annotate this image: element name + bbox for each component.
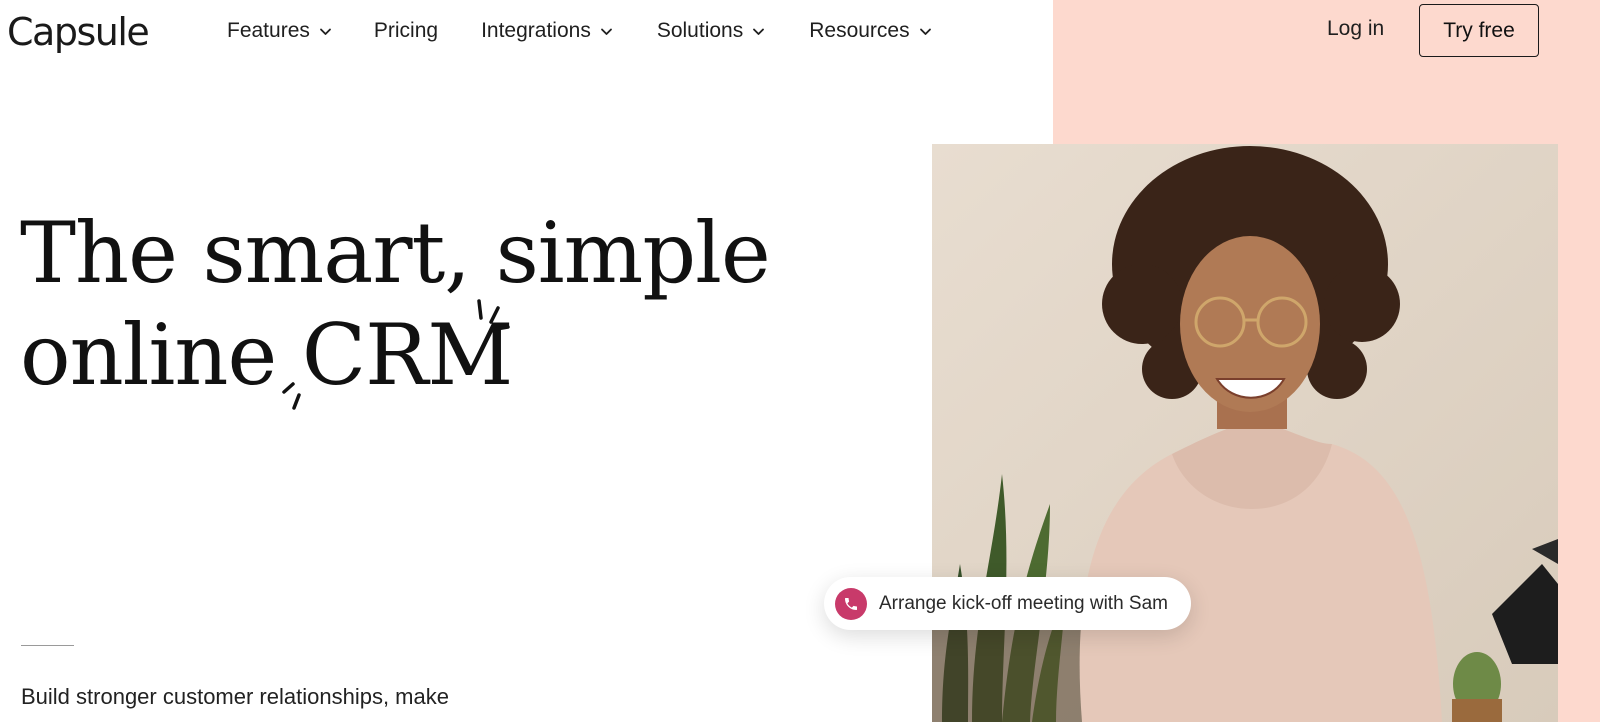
nav-item-label: Pricing <box>373 19 439 42</box>
notification-text: Arrange kick-off meeting with Sam <box>879 592 1168 614</box>
nav-item-label: Resources <box>809 19 910 42</box>
woman-smiling-image <box>932 144 1558 722</box>
capsule-logo[interactable]: Capsule <box>7 10 150 54</box>
site-header: Capsule Features Pricing Integrations So… <box>0 0 1600 62</box>
login-link[interactable]: Log in <box>1327 17 1384 41</box>
nav-item-integrations[interactable]: Integrations <box>481 17 613 45</box>
hero-title-line-1: The smart, simple <box>20 204 771 302</box>
hero-title: The smart, simple online CRM <box>20 202 771 406</box>
nav-item-label: Features <box>227 19 310 42</box>
nav-item-resources[interactable]: Resources <box>809 17 931 45</box>
chevron-down-icon <box>752 25 765 38</box>
nav-item-pricing[interactable]: Pricing <box>374 17 438 45</box>
task-notification[interactable]: Arrange kick-off meeting with Sam <box>824 577 1191 630</box>
try-free-button[interactable]: Try free <box>1419 4 1539 57</box>
chevron-down-icon <box>319 25 332 38</box>
nav-item-label: Solutions <box>656 19 744 42</box>
hero-subtitle: Build stronger customer relationships, m… <box>21 684 449 709</box>
chevron-down-icon <box>600 25 613 38</box>
main-nav: Features Pricing Integrations Solutions … <box>227 17 932 45</box>
phone-icon <box>835 587 867 620</box>
hero-photo <box>932 144 1558 722</box>
hero-title-line-2: online CRM <box>20 306 513 404</box>
section-divider <box>21 645 74 646</box>
nav-item-label: Integrations <box>481 19 591 42</box>
nav-item-features[interactable]: Features <box>227 17 332 45</box>
chevron-down-icon <box>919 25 932 38</box>
nav-item-solutions[interactable]: Solutions <box>657 17 765 45</box>
